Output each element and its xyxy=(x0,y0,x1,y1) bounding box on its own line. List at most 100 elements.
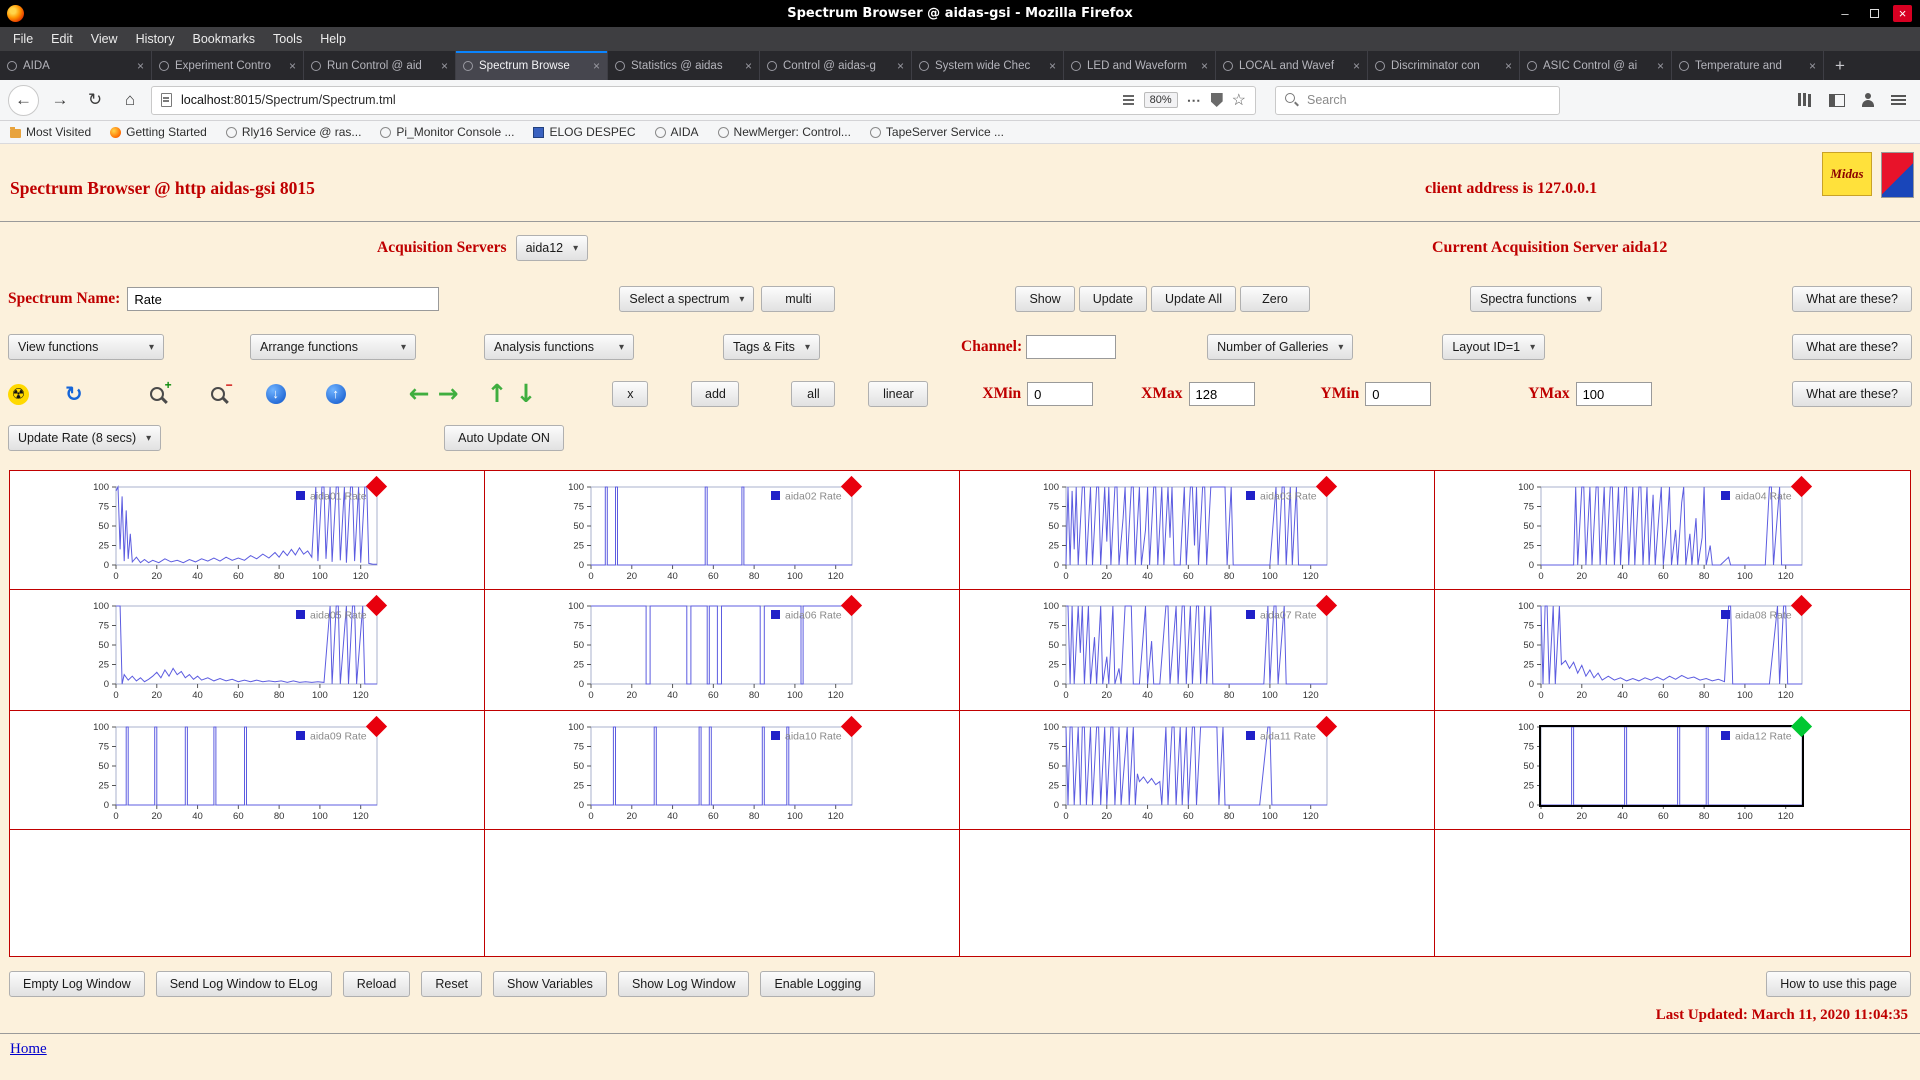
linear-button[interactable]: linear xyxy=(868,381,928,407)
show-log-window-button[interactable]: Show Log Window xyxy=(618,971,750,997)
analysis-functions-dropdown[interactable]: Analysis functions ▾ xyxy=(484,334,634,360)
url-bar[interactable]: localhost:8015/Spectrum/Spectrum.tml 80%… xyxy=(151,86,1256,115)
refresh-icon[interactable]: ↻ xyxy=(65,382,83,406)
pocket-icon[interactable] xyxy=(1211,93,1223,107)
beam-radiation-icon[interactable]: ☢ xyxy=(8,384,29,405)
spectrum-chart-aida01[interactable]: 0255075100020406080100120aida01 Rate xyxy=(74,481,419,585)
channel-input[interactable] xyxy=(1026,335,1116,359)
what-are-these-button-3[interactable]: What are these? xyxy=(1792,381,1912,407)
new-tab-button[interactable]: + xyxy=(1824,51,1856,80)
menu-history[interactable]: History xyxy=(127,29,184,49)
show-button[interactable]: Show xyxy=(1015,286,1074,312)
tab-close-icon[interactable]: × xyxy=(289,59,296,73)
tab-6[interactable]: Control @ aidas-g× xyxy=(760,51,912,80)
spectra-functions-dropdown[interactable]: Spectra functions ▾ xyxy=(1470,286,1602,312)
reset-button[interactable]: Reset xyxy=(421,971,482,997)
pan-right-icon[interactable]: → xyxy=(438,383,459,405)
tab-close-icon[interactable]: × xyxy=(1201,59,1208,73)
tab-close-icon[interactable]: × xyxy=(1505,59,1512,73)
tab-close-icon[interactable]: × xyxy=(441,59,448,73)
pan-up-icon[interactable]: ↑ xyxy=(487,383,508,405)
minimize-button[interactable]: – xyxy=(1835,5,1855,22)
update-button[interactable]: Update xyxy=(1079,286,1147,312)
close-button[interactable]: × xyxy=(1893,5,1912,22)
spectrum-chart-aida04[interactable]: 0255075100020406080100120aida04 Rate xyxy=(1499,481,1844,585)
menu-file[interactable]: File xyxy=(4,29,42,49)
tab-7[interactable]: System wide Chec× xyxy=(912,51,1064,80)
reader-mode-icon[interactable] xyxy=(1122,93,1135,107)
bookmark-star-icon[interactable]: ☆ xyxy=(1232,90,1246,110)
reload-button[interactable]: ↻ xyxy=(81,86,109,114)
zero-button[interactable]: Zero xyxy=(1240,286,1310,312)
tab-close-icon[interactable]: × xyxy=(593,59,600,73)
spectrum-chart-aida07[interactable]: 0255075100020406080100120aida07 Rate xyxy=(1024,600,1369,704)
tab-close-icon[interactable]: × xyxy=(1049,59,1056,73)
pan-down-icon[interactable]: ↓ xyxy=(515,383,536,405)
spectrum-chart-aida02[interactable]: 0255075100020406080100120aida02 Rate xyxy=(549,481,894,585)
tab-close-icon[interactable]: × xyxy=(897,59,904,73)
view-functions-dropdown[interactable]: View functions ▾ xyxy=(8,334,164,360)
spectrum-chart-aida05[interactable]: 0255075100020406080100120aida05 Rate xyxy=(74,600,419,704)
menu-hamburger-icon[interactable] xyxy=(1891,94,1906,106)
tab-close-icon[interactable]: × xyxy=(1657,59,1664,73)
spectrum-name-input[interactable] xyxy=(127,287,439,311)
url-text[interactable]: localhost:8015/Spectrum/Spectrum.tml xyxy=(181,93,1113,107)
menu-view[interactable]: View xyxy=(82,29,127,49)
all-button[interactable]: all xyxy=(791,381,835,407)
xmax-input[interactable] xyxy=(1189,382,1255,406)
search-bar[interactable]: Search xyxy=(1275,86,1560,115)
bookmark-item-3[interactable]: Rly16 Service @ ras... xyxy=(226,125,362,139)
menu-edit[interactable]: Edit xyxy=(42,29,82,49)
ymin-input[interactable] xyxy=(1365,382,1431,406)
bookmark-item-2[interactable]: Getting Started xyxy=(110,125,207,139)
spectrum-chart-aida08[interactable]: 0255075100020406080100120aida08 Rate xyxy=(1499,600,1844,704)
bookmark-item-4[interactable]: Pi_Monitor Console ... xyxy=(380,125,514,139)
tab-10[interactable]: Discriminator con× xyxy=(1368,51,1520,80)
move-down-icon[interactable]: ↓ xyxy=(266,384,286,404)
add-button[interactable]: add xyxy=(691,381,739,407)
reload-button[interactable]: Reload xyxy=(343,971,411,997)
how-to-use-button[interactable]: How to use this page xyxy=(1766,971,1911,997)
enable-logging-button[interactable]: Enable Logging xyxy=(760,971,875,997)
tab-5[interactable]: Statistics @ aidas× xyxy=(608,51,760,80)
spectrum-chart-aida11[interactable]: 0255075100020406080100120aida11 Rate xyxy=(1024,721,1369,825)
tab-close-icon[interactable]: × xyxy=(745,59,752,73)
menu-bookmarks[interactable]: Bookmarks xyxy=(183,29,264,49)
number-of-galleries-dropdown[interactable]: Number of Galleries ▾ xyxy=(1207,334,1353,360)
move-up-icon[interactable]: ↑ xyxy=(326,384,346,404)
show-variables-button[interactable]: Show Variables xyxy=(493,971,607,997)
zoom-in-icon[interactable]: + xyxy=(149,384,170,405)
ymax-input[interactable] xyxy=(1576,382,1652,406)
spectrum-chart-aida12[interactable]: 0255075100020406080100120aida12 Rate xyxy=(1499,721,1844,825)
tab-close-icon[interactable]: × xyxy=(137,59,144,73)
empty-log-window-button[interactable]: Empty Log Window xyxy=(9,971,145,997)
tab-1[interactable]: AIDA× xyxy=(0,51,152,80)
home-link[interactable]: Home xyxy=(10,1041,47,1058)
tags-fits-dropdown[interactable]: Tags & Fits ▾ xyxy=(723,334,820,360)
bookmark-item-5[interactable]: ELOG DESPEC xyxy=(533,125,635,139)
spectrum-chart-aida09[interactable]: 0255075100020406080100120aida09 Rate xyxy=(74,721,419,825)
back-button[interactable]: ← xyxy=(8,85,39,116)
tab-8[interactable]: LED and Waveform× xyxy=(1064,51,1216,80)
tab-close-icon[interactable]: × xyxy=(1353,59,1360,73)
page-actions-icon[interactable]: ⋯ xyxy=(1187,92,1202,109)
x-axis-button[interactable]: x xyxy=(612,381,648,407)
account-icon[interactable] xyxy=(1861,93,1875,107)
tab-12[interactable]: Temperature and× xyxy=(1672,51,1824,80)
bookmark-item-7[interactable]: NewMerger: Control... xyxy=(718,125,851,139)
update-all-button[interactable]: Update All xyxy=(1151,286,1236,312)
forward-button[interactable]: → xyxy=(46,86,74,114)
bookmark-item-8[interactable]: TapeServer Service ... xyxy=(870,125,1004,139)
bookmark-item-6[interactable]: AIDA xyxy=(655,125,699,139)
spectrum-chart-aida06[interactable]: 0255075100020406080100120aida06 Rate xyxy=(549,600,894,704)
zoom-level-chip[interactable]: 80% xyxy=(1144,92,1178,108)
bookmark-item-1[interactable]: Most Visited xyxy=(10,125,91,139)
acquisition-server-select[interactable]: aida12 ▾ xyxy=(516,235,589,261)
zoom-out-icon[interactable]: − xyxy=(210,384,231,405)
sidebar-toggle-icon[interactable] xyxy=(1829,94,1845,107)
spectrum-chart-aida10[interactable]: 0255075100020406080100120aida10 Rate xyxy=(549,721,894,825)
tab-2[interactable]: Experiment Contro× xyxy=(152,51,304,80)
tab-4[interactable]: Spectrum Browse× xyxy=(456,51,608,80)
library-icon[interactable] xyxy=(1798,93,1813,107)
xmin-input[interactable] xyxy=(1027,382,1093,406)
